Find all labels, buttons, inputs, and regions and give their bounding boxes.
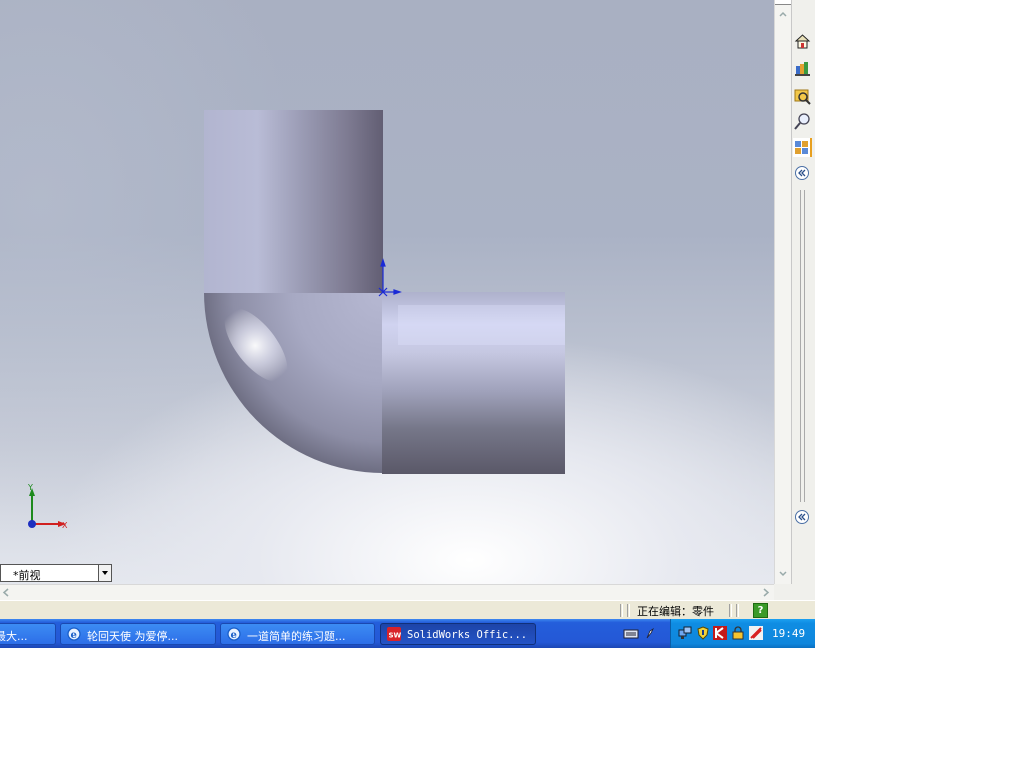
taskbar-button-label: 轮回天使 为爱停...: [87, 630, 178, 643]
taskbar-button-active[interactable]: SW SolidWorks Offic...: [380, 623, 536, 645]
scroll-down-button[interactable]: [775, 566, 791, 582]
reference-triad: Y X: [27, 483, 68, 530]
chevron-up-icon: [779, 11, 787, 17]
view-orientation-dropdown[interactable]: *前视: [0, 564, 112, 582]
task-pane-splitter[interactable]: [800, 190, 805, 502]
windows-taskbar: 最大... e 轮回天使 为爱停... e 一道简单的练习题... SW Sol…: [0, 619, 815, 648]
ie-icon: e: [227, 627, 241, 641]
task-pane[interactable]: [791, 0, 815, 584]
status-bar: 正在编辑：零件 ?: [0, 600, 815, 619]
app-tray-icon[interactable]: [749, 626, 763, 640]
vertical-scrollbar[interactable]: [774, 0, 791, 584]
chevron-down-icon[interactable]: [98, 565, 111, 581]
collapse-icon[interactable]: [795, 166, 809, 180]
pipe-vertical-leg: [204, 110, 383, 293]
security-shield-icon[interactable]: [696, 626, 710, 640]
axis-x-label: X: [62, 521, 68, 530]
status-separator: [729, 604, 732, 617]
view-palette-icon[interactable]: [793, 138, 812, 157]
taskbar-button-label: SolidWorks Offic...: [407, 629, 528, 641]
view-name-label: *前视: [13, 569, 41, 582]
scrollbar-corner: [774, 584, 815, 600]
help-icon[interactable]: ?: [753, 603, 768, 618]
graphics-viewport[interactable]: Y X *前视: [0, 0, 774, 584]
system-tray: 19:49: [670, 619, 815, 648]
library-icon[interactable]: [793, 59, 812, 78]
svg-text:SW: SW: [389, 632, 402, 640]
taskbar-button-label: 一道简单的练习题...: [247, 630, 346, 643]
antivirus-icon[interactable]: [713, 626, 727, 640]
keyboard-icon[interactable]: [623, 627, 659, 641]
taskbar-button[interactable]: 最大...: [0, 623, 56, 645]
search-icon[interactable]: [793, 112, 812, 131]
svg-text:e: e: [71, 630, 77, 641]
axis-y-label: Y: [27, 483, 33, 492]
horizontal-scrollbar[interactable]: [0, 584, 774, 600]
scroll-up-button[interactable]: [775, 6, 791, 22]
chevron-right-icon[interactable]: [762, 588, 770, 597]
chevron-down-icon: [779, 571, 787, 577]
network-icon[interactable]: [678, 626, 692, 640]
status-separator: [620, 604, 623, 617]
file-explorer-icon[interactable]: [793, 86, 812, 105]
taskbar-button[interactable]: e 一道简单的练习题...: [220, 623, 375, 645]
taskbar-button-label: 最大...: [0, 630, 28, 643]
taskbar-button[interactable]: e 轮回天使 为爱停...: [60, 623, 216, 645]
editing-status-text: 正在编辑：零件: [637, 605, 714, 618]
status-separator: [627, 604, 630, 617]
pipe-elbow-part[interactable]: [0, 0, 774, 584]
scrollbar-splitter[interactable]: [775, 0, 791, 5]
collapse-icon[interactable]: [795, 510, 809, 524]
ie-icon: e: [67, 627, 81, 641]
svg-text:e: e: [231, 630, 237, 641]
status-separator: [736, 604, 739, 617]
home-icon[interactable]: [793, 32, 812, 51]
solidworks-icon: SW: [387, 627, 401, 641]
chevron-left-icon[interactable]: [2, 588, 10, 597]
qq-icon[interactable]: [731, 626, 745, 640]
clock[interactable]: 19:49: [772, 627, 805, 640]
